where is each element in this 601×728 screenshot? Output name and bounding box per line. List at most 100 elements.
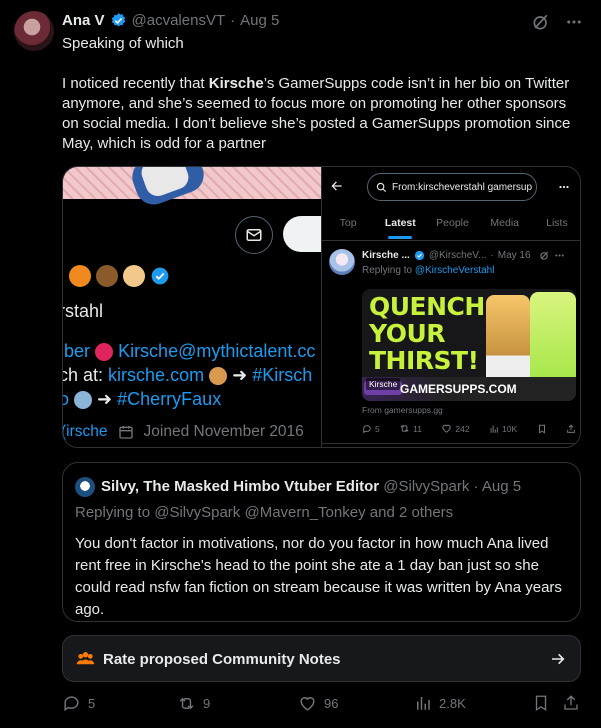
tweet-date[interactable]: Aug 5	[240, 12, 279, 29]
post-view-count: 10K	[489, 424, 517, 434]
slash-circle-icon[interactable]	[531, 12, 551, 32]
ad-brand: GAMERSUPPS.COM	[400, 382, 517, 396]
view-count: 2.8K	[439, 695, 466, 711]
quote-author-name: Silvy, The Masked Himbo Vtuber Editor	[101, 478, 380, 495]
community-notes-button[interactable]: Rate proposed Community Notes	[62, 635, 581, 682]
post-divider	[322, 443, 580, 444]
ellipsis-icon	[559, 185, 569, 189]
author-name[interactable]: Ana V	[62, 12, 105, 29]
bio-tag-prefix: o	[63, 389, 69, 409]
post-author-name: Kirsche ...	[362, 250, 410, 261]
tweet-body-bold: Kirsche	[208, 75, 264, 92]
bio-watch-tag: #Kirsch	[252, 365, 313, 385]
heart-icon	[300, 697, 315, 711]
repost-button[interactable]: 9	[177, 694, 210, 713]
tweet-line-1: Speaking of which	[62, 35, 184, 52]
tab-media: Media	[490, 217, 520, 229]
share-icon	[564, 695, 578, 710]
quote-date: Aug 5	[481, 478, 522, 495]
search-box: From:kirscheverstahl gamersup	[367, 173, 537, 201]
ellipsis-icon[interactable]	[565, 13, 583, 31]
post-header: Kirsche ... @KirscheV... · May 16	[362, 250, 565, 261]
reply-icon	[363, 424, 371, 433]
ad-headline-line-2: YOUR	[369, 319, 446, 348]
bookmark-button[interactable]	[532, 694, 550, 712]
verified-badge-icon	[414, 250, 424, 261]
tweet-media[interactable]: rstahl ıber Kirsche@mythictalent.cc ch a…	[62, 166, 581, 448]
bio-tag-link: #CherryFaux	[117, 389, 222, 409]
post-repost-value: 11	[413, 423, 422, 434]
ad-headline-line-1: QUENCH	[369, 292, 485, 321]
ad-headline: QUENCH YOUR THIRST!	[369, 293, 485, 374]
ad-headline-line-3: THIRST!	[369, 346, 479, 375]
share-button[interactable]	[562, 694, 580, 712]
coconut-emoji-icon	[96, 265, 119, 288]
back-arrow-icon	[331, 181, 342, 191]
media-image-left[interactable]: rstahl ıber Kirsche@mythictalent.cc ch a…	[63, 167, 321, 447]
post-separator: ·	[490, 250, 494, 261]
quote-text: You don't factor in motivations, nor do …	[75, 535, 562, 618]
slash-circle-icon	[539, 251, 548, 260]
tweet-body-prefix: I noticed recently that	[62, 75, 209, 92]
tweet-header: Ana V @acvalensVT · Aug 5	[62, 12, 279, 29]
quote-author-avatar	[75, 477, 95, 497]
profile-emoji-row	[69, 265, 170, 288]
quote-author-handle: @SilvySpark	[383, 478, 470, 495]
post-handle: @KirscheV...	[428, 250, 487, 261]
quote-header: Silvy, The Masked Himbo Vtuber Editor @S…	[101, 478, 521, 495]
bio-contact-email: Kirsche@mythictalent.cc	[118, 341, 316, 361]
quote-replying-to: @SilvySpark @Mavern_Tonkey	[154, 504, 366, 521]
media-image-right[interactable]: From:kirscheverstahl gamersup Top Latest…	[321, 167, 580, 447]
verified-badge-icon	[111, 13, 125, 27]
tweet-body: I noticed recently that Kirsche’s GamerS…	[62, 74, 582, 154]
post-like-value: 242	[455, 423, 470, 434]
tabs-divider	[322, 240, 580, 241]
cupcake-emoji-icon	[123, 265, 146, 288]
no-under-18-icon	[95, 343, 114, 362]
ad-tag-label: Kirsche	[366, 378, 401, 390]
bookmark-icon	[538, 424, 545, 434]
calendar-icon	[118, 426, 133, 439]
views-icon	[417, 697, 430, 710]
author-handle[interactable]: @acvalensVT	[132, 12, 226, 29]
palette-emoji-icon	[209, 367, 228, 386]
tab-people: People	[436, 217, 469, 229]
like-button[interactable]: 96	[298, 694, 338, 713]
heart-icon	[442, 424, 452, 433]
verified-badge-icon	[151, 267, 169, 285]
bio-contact-prefix: ıber	[63, 341, 91, 361]
views-button[interactable]: 2.8K	[414, 694, 466, 712]
community-notes-label: Rate proposed Community Notes	[103, 651, 341, 668]
repost-count: 9	[203, 696, 211, 711]
fire-emoji-icon	[69, 265, 91, 288]
quote-replying-prefix: Replying to	[75, 504, 151, 521]
quoted-tweet[interactable]: Silvy, The Masked Himbo Vtuber Editor @S…	[62, 462, 581, 622]
robot-emoji-icon	[74, 391, 93, 410]
header-separator: ·	[230, 12, 236, 29]
bookmark-icon	[535, 695, 547, 712]
reply-button[interactable]: 5	[62, 694, 95, 713]
quote-separator: ·	[473, 478, 479, 495]
profile-bio-tags: o ➜ #CherryFaux	[63, 389, 221, 410]
post-date: May 16	[497, 250, 531, 261]
joined-date: Joined November 2016	[143, 423, 304, 440]
post-replying: Replying to @KirscheVerstahl	[362, 265, 494, 276]
search-icon	[376, 182, 387, 192]
quote-replying: Replying to @SilvySpark @Mavern_Tonkey a…	[75, 504, 453, 521]
search-tabs: Top Latest People Media Lists	[322, 211, 580, 239]
post-like-count: 242	[441, 423, 470, 434]
tab-top: Top	[339, 217, 357, 229]
repost-icon	[179, 697, 194, 710]
reply-icon	[64, 696, 79, 712]
post-view-value: 10K	[502, 423, 518, 434]
post-replying-prefix: Replying to	[362, 265, 413, 276]
search-value: From:kirscheverstahl gamersup	[392, 181, 533, 193]
follow-button-fragment	[283, 216, 321, 252]
profile-footer-link: (irsche	[63, 423, 108, 440]
quote-replying-suffix: and 2 others	[369, 504, 454, 521]
tweet-actions: 5 9 96 2.8K	[62, 694, 582, 716]
author-avatar[interactable]	[14, 11, 54, 51]
views-icon	[490, 425, 498, 433]
tab-latest: Latest	[374, 211, 426, 239]
profile-meta-row: (irsche Joined November 2016	[63, 423, 304, 441]
